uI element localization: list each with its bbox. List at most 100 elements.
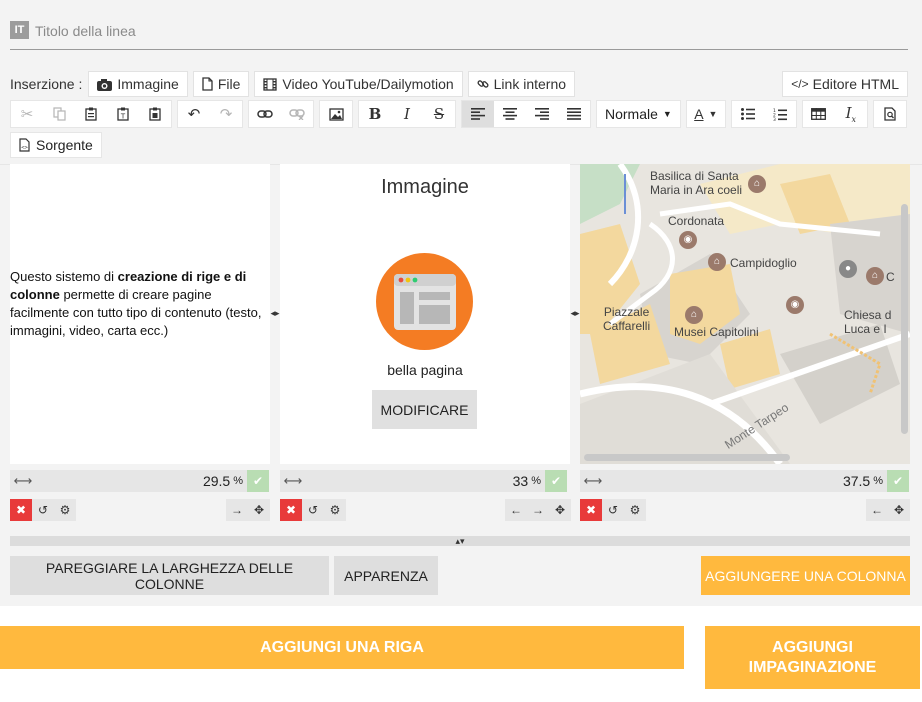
delete-column-button[interactable]: ✖ (280, 499, 302, 521)
undo-button[interactable]: ↶ (178, 101, 210, 127)
map-label-musei: Musei Capitolini (674, 325, 759, 339)
strike-button[interactable]: S (423, 101, 455, 127)
row-title-input[interactable] (35, 20, 895, 42)
museum-pin-icon[interactable]: ⌂ (685, 306, 703, 324)
move-right-button[interactable]: → (226, 499, 248, 521)
move-right-button[interactable]: → (527, 499, 549, 521)
column-resize-handle[interactable]: ◂▸ (270, 308, 280, 318)
paste-button[interactable] (75, 101, 107, 127)
file-icon (202, 77, 213, 91)
font-color-button[interactable]: A ▼ (687, 101, 725, 127)
table-button[interactable] (803, 101, 835, 127)
move-left-button[interactable]: ← (866, 499, 888, 521)
delete-column-button[interactable]: ✖ (10, 499, 32, 521)
reset-column-button[interactable]: ↺ (602, 499, 624, 521)
camera-icon (97, 78, 113, 91)
insert-video-button[interactable]: Video YouTube/Dailymotion (254, 71, 463, 97)
html-editor-button[interactable]: </> Editore HTML (782, 71, 908, 97)
insert-file-button[interactable]: File (192, 71, 250, 97)
italic-button[interactable]: I (391, 101, 423, 127)
location-pin-icon[interactable]: ● (839, 260, 857, 278)
column-width-value[interactable]: 29.5 (36, 473, 233, 489)
add-row-button[interactable]: AGGIUNGI UNA RIGA (0, 626, 684, 669)
close-icon: ✖ (15, 503, 27, 517)
column-width-value[interactable]: 33 (306, 473, 531, 489)
column-width-value[interactable]: 37.5 (606, 473, 873, 489)
drag-handle[interactable]: ✥ (888, 499, 910, 521)
appearance-button[interactable]: APPARENZA (334, 556, 438, 595)
preview-button[interactable] (874, 101, 906, 127)
add-column-button[interactable]: AGGIUNGERE UNA COLONNA (701, 556, 910, 595)
copy-icon (52, 107, 66, 121)
confirm-width-button[interactable]: ✔ (887, 470, 909, 492)
bold-button[interactable]: B (359, 101, 391, 127)
cut-button[interactable]: ✂ (11, 101, 43, 127)
insert-picture-button[interactable] (320, 101, 352, 127)
remove-format-button[interactable]: Ix (835, 101, 867, 127)
insert-link-button[interactable] (249, 101, 281, 127)
landmark-pin-icon[interactable]: ⌂ (748, 175, 766, 193)
confirm-width-button[interactable]: ✔ (545, 470, 567, 492)
camera-pin-icon[interactable]: ◉ (786, 296, 804, 314)
gear-icon: ⚙ (59, 503, 71, 517)
close-icon: ✖ (585, 503, 597, 517)
map-vertical-scrollbar[interactable] (901, 204, 908, 434)
confirm-width-button[interactable]: ✔ (247, 470, 269, 492)
film-icon (263, 77, 278, 91)
align-center-button[interactable] (494, 101, 526, 127)
add-layout-button[interactable]: AGGIUNGI IMPAGINAZIONE (705, 626, 920, 689)
drag-handle[interactable]: ✥ (248, 499, 270, 521)
justify-button[interactable] (558, 101, 590, 127)
map-label-cordonata: Cordonata (668, 214, 725, 228)
move-icon: ✥ (893, 503, 905, 517)
move-left-button[interactable]: ← (505, 499, 527, 521)
source-button[interactable]: <> Sorgente (10, 132, 102, 158)
align-left-button[interactable] (462, 101, 494, 127)
align-right-button[interactable] (526, 101, 558, 127)
unlink-button[interactable] (281, 101, 313, 127)
column-resize-handle[interactable]: ◂▸ (570, 308, 580, 318)
map-label-piazzale: Piazzale Caffarelli (603, 305, 650, 333)
map-label-basilica: Basilica di Santa Maria in Ara coeli (650, 169, 742, 197)
code-icon: </> (791, 77, 809, 91)
close-icon: ✖ (285, 503, 297, 517)
copy-button[interactable] (43, 101, 75, 127)
width-arrows-icon: ⟷ (283, 473, 303, 488)
source-toolbar: <> Sorgente (10, 131, 102, 159)
insert-internal-link-button[interactable]: Link interno (467, 71, 576, 97)
reset-column-button[interactable]: ↺ (32, 499, 54, 521)
column-controls: ✖ ↺ ⚙ (580, 499, 646, 521)
drag-handle[interactable]: ✥ (549, 499, 571, 521)
redo-button[interactable]: ↷ (210, 101, 242, 127)
camera-pin-icon[interactable]: ◉ (679, 231, 697, 249)
column-map[interactable]: Basilica di Santa Maria in Ara coeli ⌂ C… (580, 164, 910, 464)
map-horizontal-scrollbar[interactable] (584, 454, 790, 461)
bold-icon: B (368, 105, 382, 123)
clipboard-group: ✂ T (10, 100, 172, 128)
basic-style-group: B I S (358, 100, 456, 128)
undo-icon: ↺ (307, 503, 319, 517)
delete-column-button[interactable]: ✖ (580, 499, 602, 521)
numbered-list-button[interactable]: 123 (764, 101, 796, 127)
museum-pin-icon[interactable]: ⌂ (866, 267, 884, 285)
insert-toolbar: Inserzione : Immagine File Video YouTube… (10, 70, 908, 98)
modify-image-button[interactable]: MODIFICARE (372, 390, 477, 429)
column-settings-button[interactable]: ⚙ (624, 499, 646, 521)
paragraph-style-select[interactable]: Normale ▼ (597, 101, 680, 127)
column-settings-button[interactable]: ⚙ (54, 499, 76, 521)
svg-text:<>: <> (21, 145, 28, 151)
column-text-content[interactable]: Questo sistemo di creazione di rige e di… (10, 268, 268, 340)
insert-image-button[interactable]: Immagine (88, 71, 188, 97)
column-image[interactable]: Immagine bella pagina MODIFICARE (280, 164, 570, 464)
paragraph-style-value: Normale (605, 106, 658, 122)
equalize-columns-button[interactable]: PAREGGIARE LA LARGHEZZA DELLE COLONNE (10, 556, 329, 595)
row-height-resize-handle[interactable]: ▴▾ (10, 536, 910, 546)
column-text[interactable]: Questo sistemo di creazione di rige e di… (10, 164, 270, 464)
undo-icon: ↶ (187, 106, 201, 123)
column-settings-button[interactable]: ⚙ (324, 499, 346, 521)
reset-column-button[interactable]: ↺ (302, 499, 324, 521)
bulleted-list-button[interactable] (732, 101, 764, 127)
paste-text-button[interactable]: T (107, 101, 139, 127)
paste-word-button[interactable] (139, 101, 171, 127)
landmark-pin-icon[interactable]: ⌂ (708, 253, 726, 271)
